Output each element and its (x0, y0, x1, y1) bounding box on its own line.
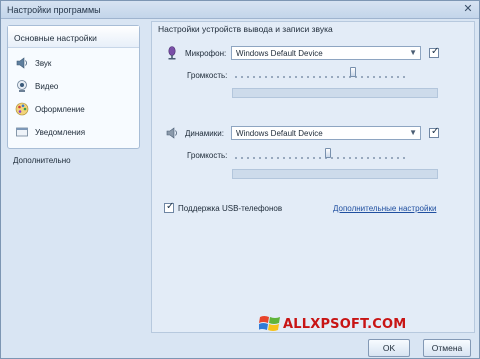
nav-item-advanced[interactable]: Дополнительно (13, 156, 71, 165)
settings-window: Настройки программы ✕ Основные настройки… (0, 0, 480, 359)
settings-nav: Основные настройки Звук Видео Оформление… (7, 25, 140, 149)
microphone-label: Микрофон: (185, 49, 227, 58)
speaker-icon (14, 55, 30, 71)
microphone-enable-checkbox[interactable]: ✓ (429, 46, 440, 58)
windows-flag-icon (258, 314, 281, 336)
microphone-volume-thumb[interactable] (349, 67, 356, 77)
nav-header[interactable]: Основные настройки (8, 26, 139, 48)
nav-item-label: Видео (35, 81, 59, 91)
window-title: Настройки программы (7, 5, 101, 15)
speakers-device-value: Windows Default Device (236, 129, 323, 138)
speakers-enable-checkbox[interactable]: ✓ (429, 126, 440, 138)
speakers-volume-label: Громкость: (187, 151, 228, 160)
microphone-volume-label: Громкость: (187, 71, 228, 80)
nav-item-notifications[interactable]: Уведомления (14, 122, 136, 142)
cancel-button[interactable]: Отмена (423, 339, 471, 357)
check-icon: ✓ (166, 201, 175, 212)
nav-item-appearance[interactable]: Оформление (14, 99, 136, 119)
nav-item-video[interactable]: Видео (14, 76, 136, 96)
speakers-label: Динамики: (185, 129, 224, 138)
microphone-volume-slider[interactable] (233, 73, 409, 81)
microphone-device-select[interactable]: Windows Default Device ▼ (231, 46, 421, 60)
palette-icon (14, 101, 30, 117)
section-title: Настройки устройств вывода и записи звук… (158, 24, 333, 34)
nav-item-label: Звук (35, 58, 52, 68)
usb-phones-label: Поддержка USB-телефонов (178, 204, 283, 213)
microphone-device-value: Windows Default Device (236, 49, 323, 58)
advanced-settings-link[interactable]: Дополнительные настройки (333, 204, 436, 213)
usb-phones-checkbox[interactable]: ✓ (164, 201, 175, 213)
nav-item-label: Оформление (35, 104, 85, 114)
speakers-volume-slider[interactable] (233, 154, 409, 162)
title-bar: Настройки программы ✕ (1, 1, 479, 19)
speakers-device-select[interactable]: Windows Default Device ▼ (231, 126, 421, 140)
close-icon[interactable]: ✕ (462, 3, 474, 15)
watermark: ALLXPSOFT.COM (258, 314, 469, 336)
nav-item-sound[interactable]: Звук (14, 53, 136, 73)
check-icon: ✓ (431, 46, 440, 57)
microphone-icon (164, 45, 180, 61)
webcam-icon (14, 78, 30, 94)
notification-icon (14, 124, 30, 140)
speakers-level-meter (232, 169, 438, 179)
ok-button[interactable]: OK (368, 339, 410, 357)
watermark-text: ALLXPSOFT.COM (283, 317, 407, 332)
check-icon: ✓ (431, 126, 440, 137)
nav-item-label: Уведомления (35, 127, 86, 137)
speaker-icon (164, 125, 180, 141)
microphone-level-meter (232, 88, 438, 98)
chevron-down-icon: ▼ (409, 48, 417, 57)
speakers-volume-thumb[interactable] (325, 148, 332, 158)
chevron-down-icon: ▼ (409, 128, 417, 137)
